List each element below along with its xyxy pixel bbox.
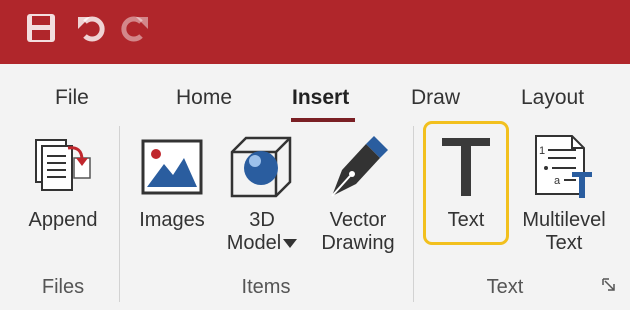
multilevel-text-button[interactable]: 1 a Multilevel Text [512, 132, 616, 262]
vector-drawing-button[interactable]: Vector Drawing [314, 132, 402, 262]
list-marker: 1 [539, 145, 545, 157]
3d-model-label-line1: 3D [249, 209, 275, 231]
dialog-launcher-icon[interactable] [602, 278, 616, 297]
tab-home[interactable]: Home [176, 86, 232, 110]
vector-drawing-label-line1: Vector [329, 209, 387, 231]
active-tab-indicator [291, 118, 355, 122]
3d-cube-icon [230, 136, 292, 198]
group-label-items: Items [241, 276, 291, 298]
append-label: Append [28, 209, 98, 231]
images-button[interactable]: Images [130, 132, 214, 242]
text-label: Text [447, 209, 485, 231]
title-bar [0, 0, 630, 64]
append-icon [35, 139, 91, 191]
3d-model-label-line2: Model [218, 232, 306, 255]
group-label-files: Files [41, 276, 85, 298]
multilevel-text-label-line1: Multilevel [522, 209, 606, 231]
tab-layout[interactable]: Layout [521, 86, 584, 110]
multilevel-text-label-line2: Text [545, 232, 583, 254]
undo-icon[interactable] [76, 13, 106, 43]
list-marker: a [554, 175, 561, 187]
vector-drawing-label-line2: Drawing [321, 232, 395, 254]
chevron-down-icon[interactable] [283, 239, 298, 249]
text-button[interactable]: Text [426, 124, 506, 242]
images-label: Images [139, 209, 205, 231]
group-label-text: Text [486, 276, 524, 298]
multilevel-list-icon: 1 a [535, 135, 592, 198]
image-icon [141, 139, 203, 195]
redo-icon[interactable] [120, 13, 150, 43]
tab-file[interactable]: File [55, 86, 89, 110]
ribbon-tabs: File Home Insert Draw Layout [0, 64, 630, 122]
append-button[interactable]: Append [16, 132, 110, 242]
text-icon [442, 138, 490, 196]
tab-insert[interactable]: Insert [292, 86, 349, 110]
save-icon[interactable] [26, 13, 56, 43]
pen-icon [331, 136, 388, 197]
tab-draw[interactable]: Draw [411, 86, 460, 110]
3d-model-button[interactable]: 3D Model [218, 132, 306, 262]
